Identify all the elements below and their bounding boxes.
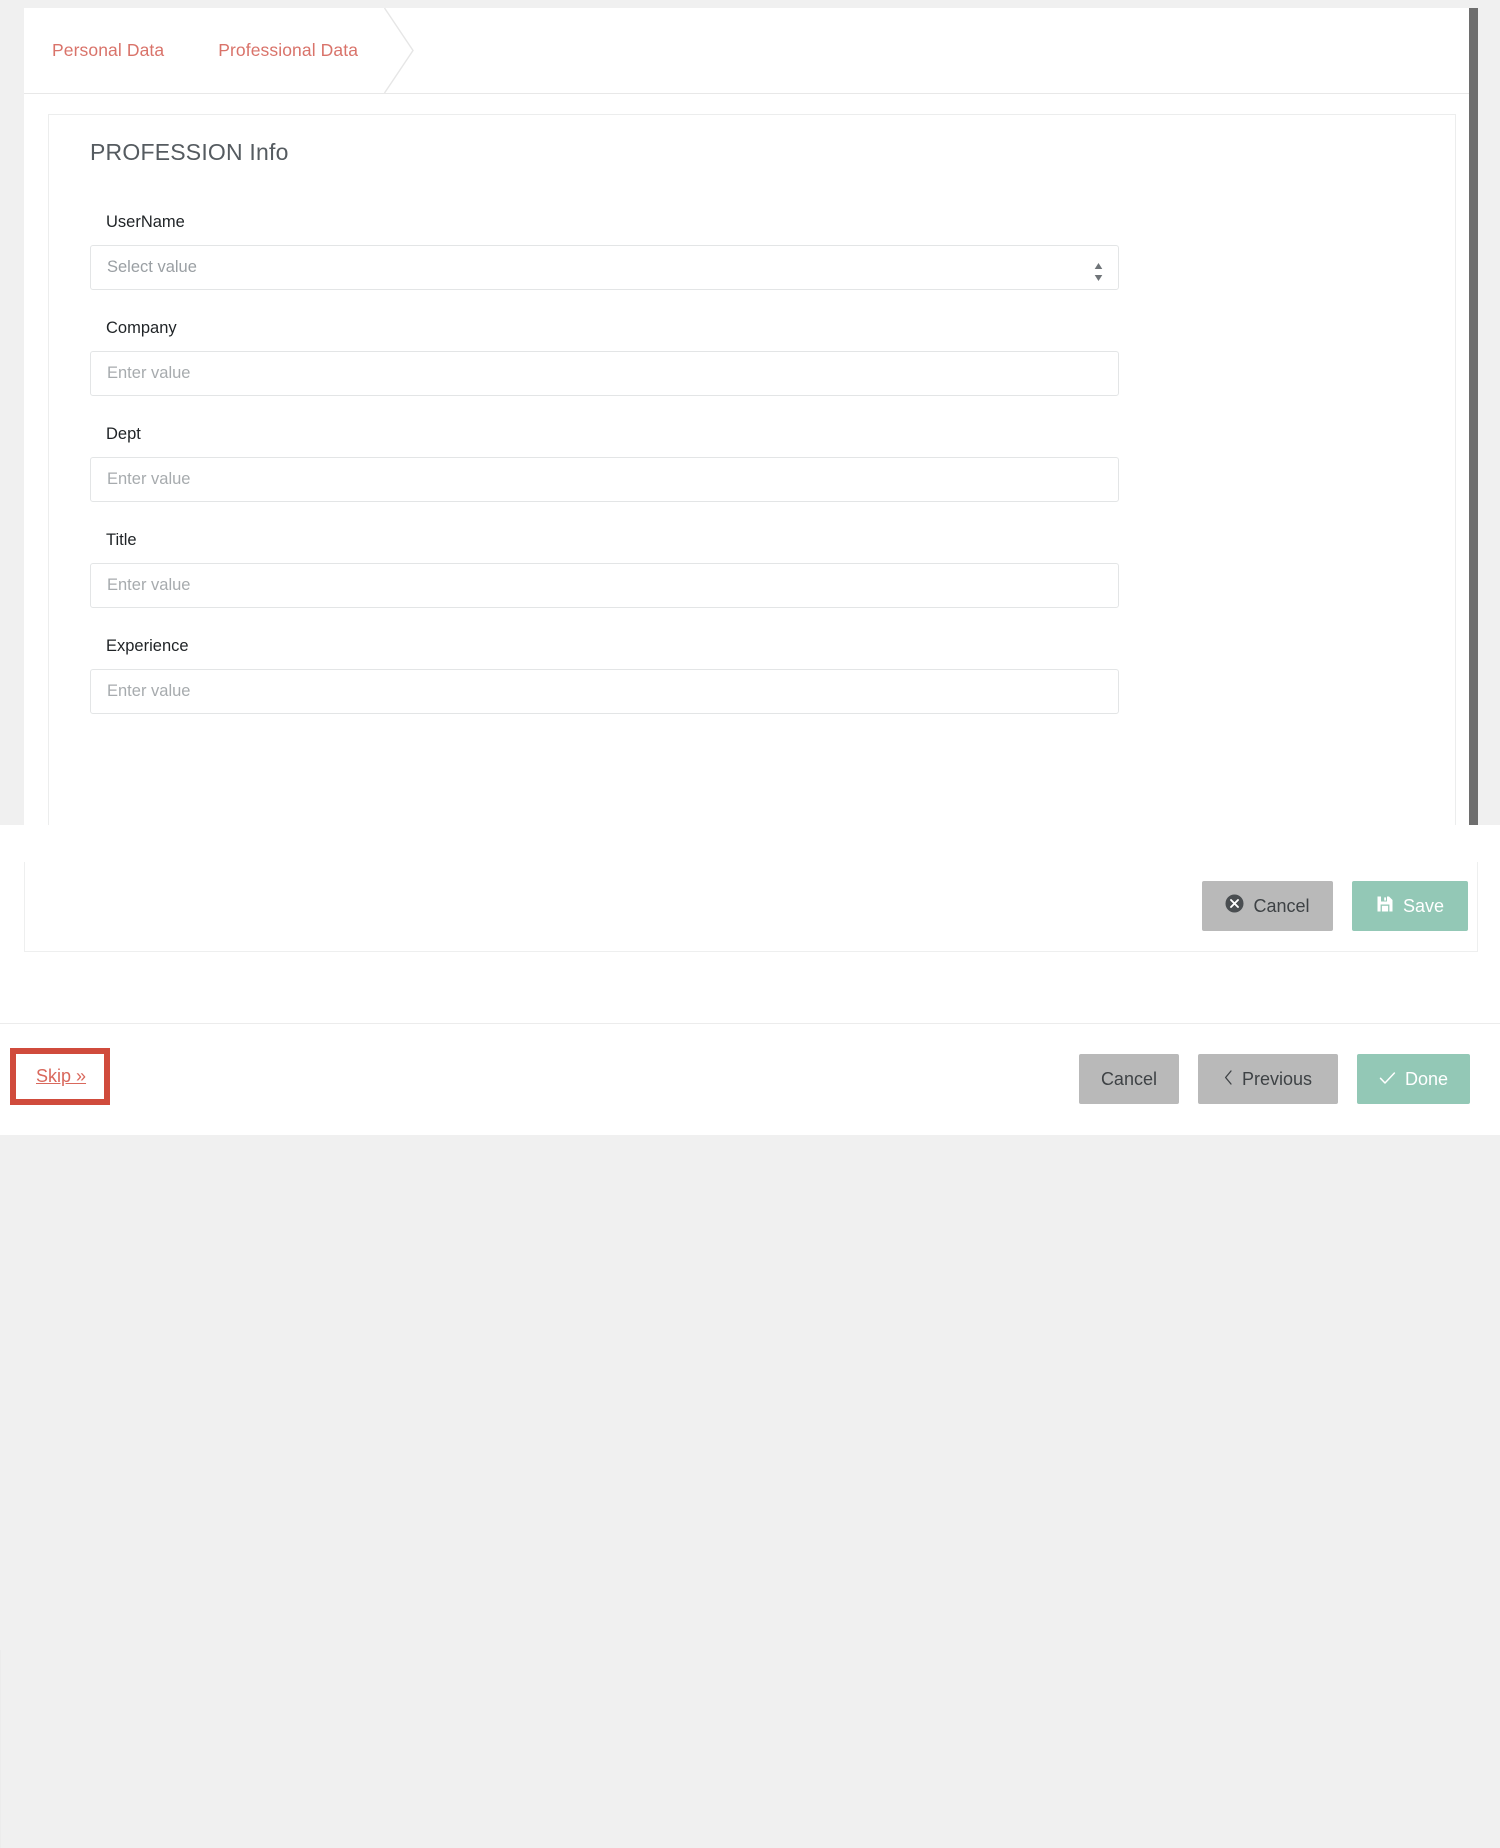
profession-info-card: PROFESSION Info UserName Select value bbox=[48, 114, 1456, 825]
circle-x-icon bbox=[1225, 894, 1244, 918]
previous-button[interactable]: Previous bbox=[1198, 1054, 1338, 1104]
wizard-footer: Cancel Previous Done bbox=[0, 1023, 1500, 1135]
field-label-title: Title bbox=[106, 531, 1119, 550]
field-label-dept: Dept bbox=[106, 425, 1119, 444]
floppy-disk-icon bbox=[1376, 895, 1394, 918]
save-action-overlay: Cancel Save bbox=[0, 825, 1500, 1023]
experience-input[interactable] bbox=[90, 669, 1119, 714]
company-input[interactable] bbox=[90, 351, 1119, 396]
vertical-scrollbar-thumb[interactable] bbox=[1469, 8, 1478, 825]
overlay-left-edge bbox=[0, 1650, 1, 1848]
field-title: Title bbox=[90, 531, 1119, 608]
wizard-step-label: Professional Data bbox=[218, 40, 358, 61]
wizard-nav-buttons: Cancel Previous Done bbox=[1079, 1054, 1470, 1104]
wizard-step-personal-data[interactable]: Personal Data bbox=[24, 8, 190, 93]
save-button[interactable]: Save bbox=[1352, 881, 1468, 931]
chevron-left-icon bbox=[1224, 1069, 1233, 1090]
field-username: UserName Select value bbox=[90, 213, 1119, 290]
field-experience: Experience bbox=[90, 637, 1119, 714]
done-button-label: Done bbox=[1405, 1069, 1448, 1090]
checkmark-icon bbox=[1379, 1069, 1396, 1090]
save-action-buttons: Cancel Save bbox=[1202, 881, 1468, 931]
username-select[interactable]: Select value bbox=[90, 245, 1119, 290]
footer-cancel-label: Cancel bbox=[1101, 1069, 1157, 1090]
field-company: Company bbox=[90, 319, 1119, 396]
wizard-step-bar: Personal Data Professional Data bbox=[24, 8, 1478, 94]
vertical-scrollbar-track[interactable] bbox=[1469, 8, 1478, 825]
form-fields: UserName Select value Company bbox=[90, 213, 1119, 743]
field-dept: Dept bbox=[90, 425, 1119, 502]
cancel-button[interactable]: Cancel bbox=[1202, 881, 1333, 931]
field-label-username: UserName bbox=[106, 213, 1119, 232]
spinner-up-down-icon bbox=[1093, 257, 1104, 279]
username-select-value: Select value bbox=[107, 258, 197, 276]
field-label-company: Company bbox=[106, 319, 1119, 338]
dept-input[interactable] bbox=[90, 457, 1119, 502]
field-label-experience: Experience bbox=[106, 637, 1119, 656]
save-action-card: Cancel Save bbox=[24, 862, 1478, 952]
skip-link[interactable]: Skip » bbox=[36, 1066, 86, 1087]
done-button[interactable]: Done bbox=[1357, 1054, 1470, 1104]
wizard-step-label: Personal Data bbox=[52, 40, 164, 61]
title-input[interactable] bbox=[90, 563, 1119, 608]
wizard-step-professional-data[interactable]: Professional Data bbox=[190, 8, 384, 93]
footer-cancel-button[interactable]: Cancel bbox=[1079, 1054, 1179, 1104]
chevron-right-icon bbox=[384, 8, 414, 93]
wizard-panel: Personal Data Professional Data PROFESSI… bbox=[24, 8, 1478, 825]
cancel-button-label: Cancel bbox=[1253, 896, 1309, 917]
page-title: PROFESSION Info bbox=[90, 139, 289, 166]
save-button-label: Save bbox=[1403, 896, 1444, 917]
previous-button-label: Previous bbox=[1242, 1069, 1312, 1090]
